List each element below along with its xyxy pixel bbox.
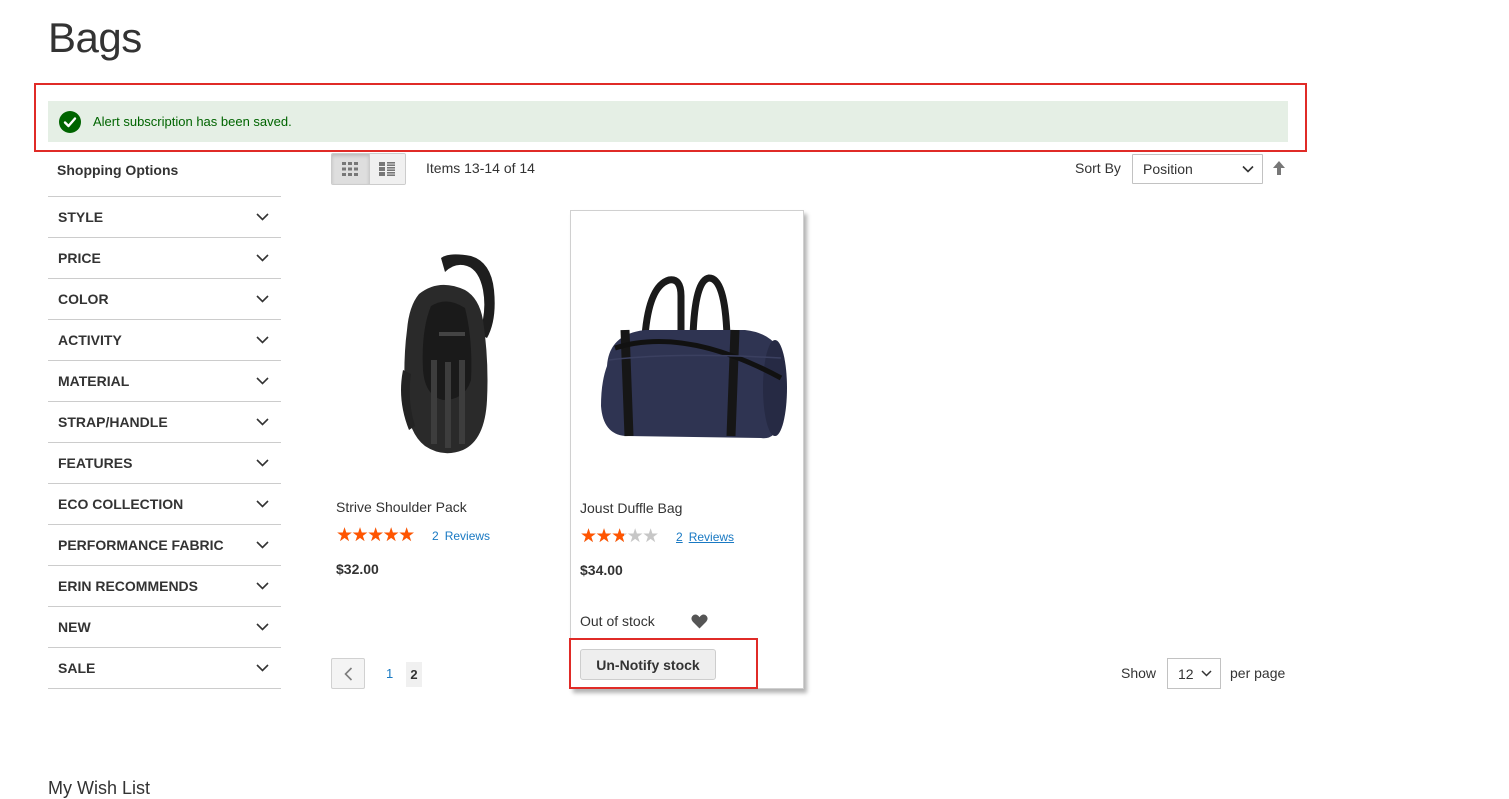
- success-message-text: Alert subscription has been saved.: [93, 114, 292, 129]
- filter-label: MATERIAL: [58, 373, 130, 389]
- chevron-down-icon: [256, 664, 269, 672]
- product-rating: ★★★★★ ★★★★★ 2Reviews: [580, 528, 734, 545]
- limiter-select[interactable]: 12: [1167, 658, 1221, 689]
- stock-status: Out of stock: [580, 613, 655, 629]
- grid-icon: [342, 162, 359, 176]
- chevron-down-icon: [256, 418, 269, 426]
- checkmark-icon: [59, 110, 81, 133]
- limiter-per-page-label: per page: [1230, 665, 1286, 681]
- filter-activity[interactable]: ACTIVITY: [48, 320, 281, 361]
- chevron-down-icon: [256, 254, 269, 262]
- filter-price[interactable]: PRICE: [48, 238, 281, 279]
- grid-mode-button[interactable]: [332, 154, 369, 184]
- reviews-link[interactable]: 2 Reviews: [676, 530, 734, 544]
- filter-list: STYLE PRICE COLOR ACTIVITY MATERIAL STRAP/HAN…: [48, 197, 281, 689]
- filter-label: PRICE: [58, 250, 101, 266]
- chevron-down-icon: [256, 459, 269, 467]
- product-rating: ★★★★★ ★★★★★ 2Reviews: [336, 527, 490, 544]
- limiter-value: 12: [1178, 665, 1194, 682]
- product-price: $34.00: [580, 562, 623, 578]
- chevron-down-icon: [256, 377, 269, 385]
- chevron-down-icon: [256, 213, 269, 221]
- chevron-down-icon: [256, 582, 269, 590]
- filter-label: NEW: [58, 619, 91, 635]
- product-image[interactable]: [337, 220, 551, 490]
- filter-label: STYLE: [58, 209, 104, 225]
- product-price: $32.00: [336, 561, 379, 577]
- product-image[interactable]: [581, 221, 795, 491]
- chevron-down-icon: [1201, 670, 1212, 677]
- reviews-link[interactable]: 2 Reviews: [432, 529, 490, 543]
- list-icon: [379, 162, 396, 176]
- sort-by-label: Sort By: [1075, 160, 1121, 176]
- duffle-bag-image: [601, 274, 787, 439]
- filter-label: ERIN RECOMMENDS: [58, 578, 199, 594]
- sort-by-value: Position: [1143, 161, 1193, 177]
- pager-current-page: 2: [406, 662, 422, 687]
- filter-label: FEATURES: [58, 455, 133, 471]
- product-name[interactable]: Joust Duffle Bag: [580, 500, 682, 516]
- shopping-options-sidebar: Shopping Options STYLE PRICE COLOR ACTIVITY…: [48, 150, 281, 689]
- filter-label: ECO COLLECTION: [58, 496, 184, 512]
- add-to-wishlist-button[interactable]: [691, 614, 708, 634]
- filter-label: ACTIVITY: [58, 332, 122, 348]
- pager-previous-button[interactable]: [331, 658, 365, 689]
- product-name[interactable]: Strive Shoulder Pack: [336, 499, 467, 515]
- sort-direction-button[interactable]: [1271, 160, 1287, 181]
- un-notify-stock-button[interactable]: Un-Notify stock: [580, 649, 716, 680]
- chevron-left-icon: [343, 666, 352, 681]
- filter-material[interactable]: MATERIAL: [48, 361, 281, 402]
- view-mode-switcher: [331, 153, 406, 185]
- filter-label: PERFORMANCE FABRIC: [58, 537, 224, 553]
- chevron-down-icon: [256, 623, 269, 631]
- limiter-show-label: Show: [1121, 665, 1157, 681]
- chevron-down-icon: [256, 295, 269, 303]
- chevron-down-icon: [256, 500, 269, 508]
- success-message: Alert subscription has been saved.: [48, 101, 1288, 142]
- arrow-up-icon: [1273, 161, 1285, 175]
- list-mode-button[interactable]: [368, 154, 405, 184]
- filter-label: COLOR: [58, 291, 109, 307]
- filter-style[interactable]: STYLE: [48, 197, 281, 238]
- product-item: Strive Shoulder Pack ★★★★★ ★★★★★ 2 Review…: [327, 210, 561, 689]
- filter-performance-fabric[interactable]: PERFORMANCE FABRIC: [48, 525, 281, 566]
- product-item: Joust Duffle Bag ★★★★★ ★★★★★ 2Reviews $3…: [570, 210, 804, 689]
- filter-sale[interactable]: SALE: [48, 648, 281, 689]
- heart-icon: [691, 614, 708, 629]
- filter-new[interactable]: NEW: [48, 607, 281, 648]
- pager-page-link[interactable]: 1: [386, 666, 393, 681]
- filter-label: STRAP/HANDLE: [58, 414, 168, 430]
- shopping-options-title: Shopping Options: [48, 150, 281, 197]
- filter-label: SALE: [58, 660, 96, 676]
- chevron-down-icon: [256, 336, 269, 344]
- rating-fill: ★★★★★: [580, 528, 624, 545]
- filter-features[interactable]: FEATURES: [48, 443, 281, 484]
- filter-color[interactable]: COLOR: [48, 279, 281, 320]
- filter-erin-recommends[interactable]: ERIN RECOMMENDS: [48, 566, 281, 607]
- filter-eco-collection[interactable]: ECO COLLECTION: [48, 484, 281, 525]
- sort-by-select[interactable]: Position: [1132, 154, 1263, 184]
- page-title: Bags: [48, 14, 142, 61]
- shoulder-pack-image: [401, 254, 495, 454]
- toolbar-amount: Items 13-14 of 14: [426, 160, 535, 176]
- rating-stars: ★★★★★ ★★★★★: [336, 527, 415, 544]
- rating-stars: ★★★★★ ★★★★★: [580, 528, 659, 545]
- chevron-down-icon: [256, 541, 269, 549]
- filter-strap-handle[interactable]: STRAP/HANDLE: [48, 402, 281, 443]
- rating-fill: ★★★★★: [336, 527, 415, 544]
- chevron-down-icon: [1242, 165, 1254, 173]
